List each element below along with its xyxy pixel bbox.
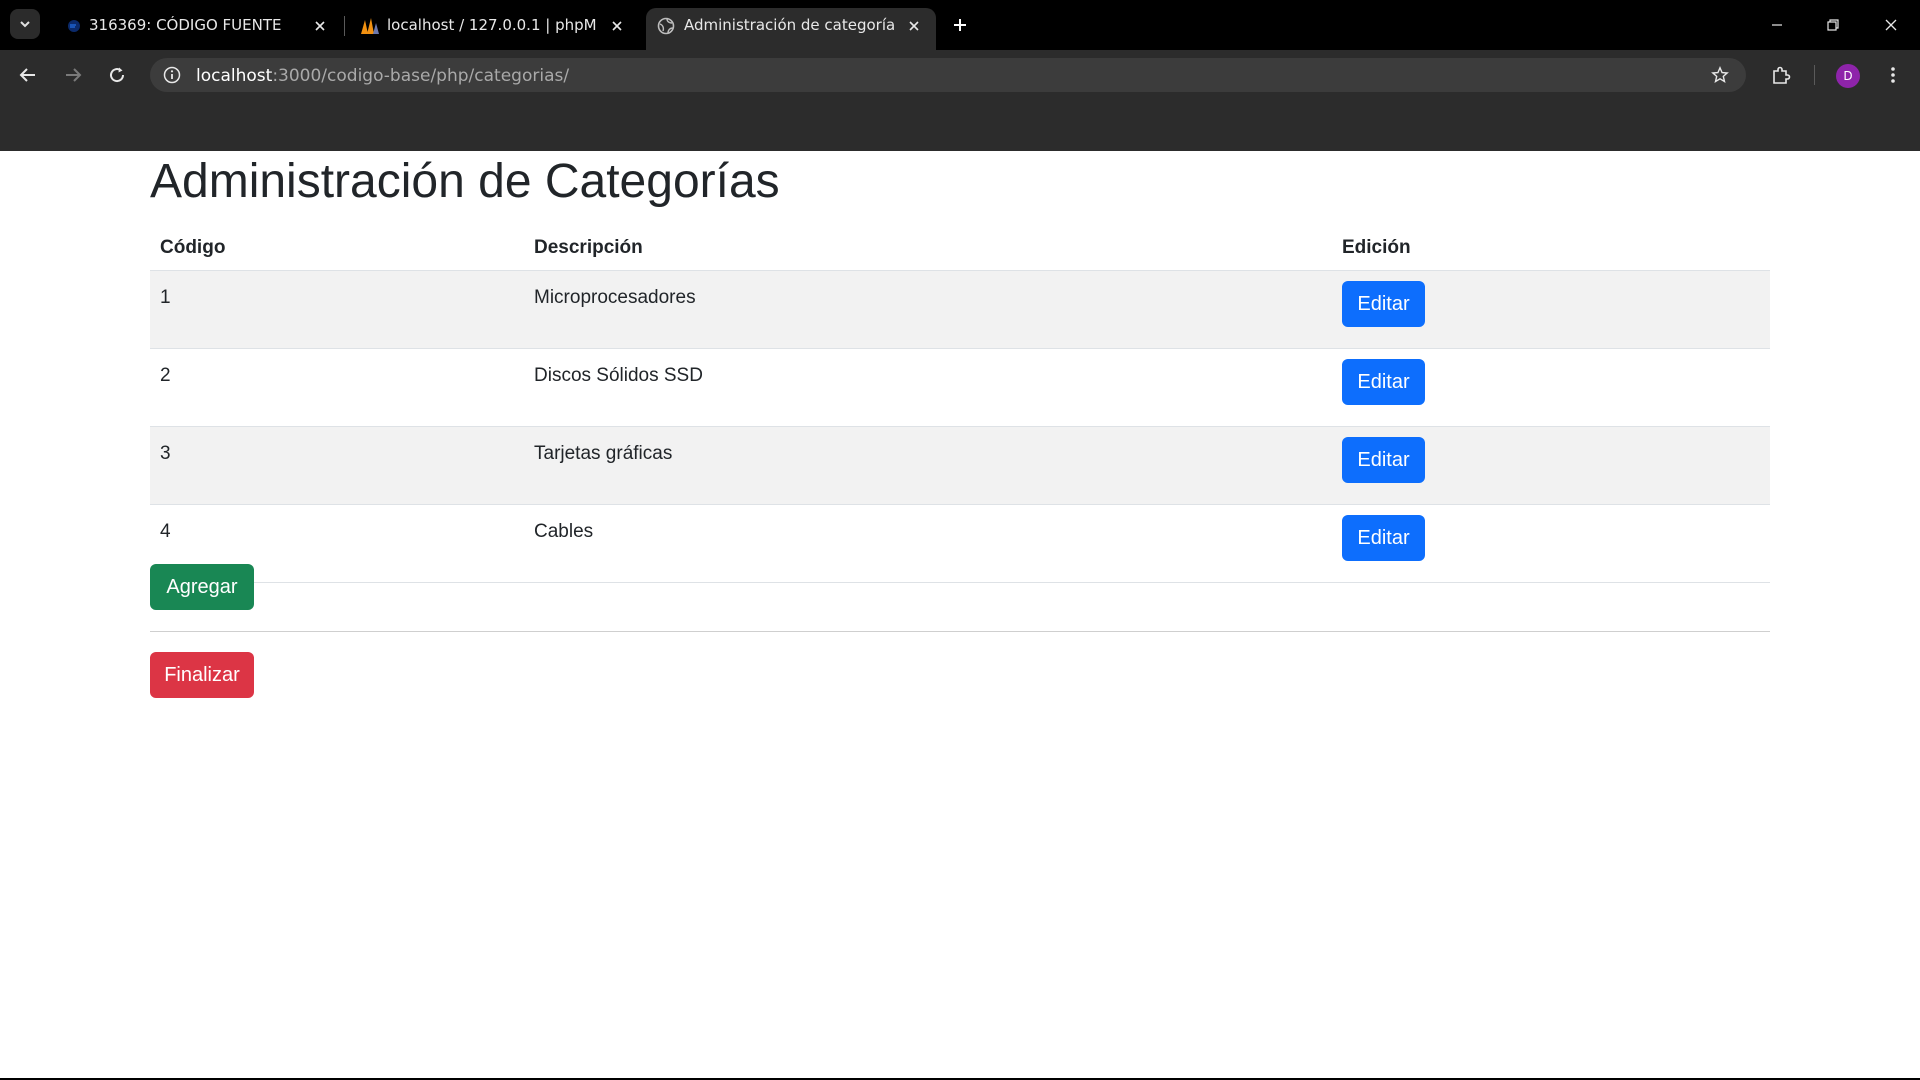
restore-button[interactable] — [1818, 10, 1848, 40]
table-header-row: Código Descripción Edición — [150, 226, 1770, 271]
divider — [150, 631, 1770, 632]
cell-description: Tarjetas gráficas — [524, 426, 1332, 505]
phpmyadmin-icon — [360, 16, 380, 36]
url-host: localhost — [196, 66, 273, 86]
add-button[interactable]: Agregar — [150, 564, 254, 610]
arrow-left-icon — [19, 68, 35, 82]
back-button[interactable] — [15, 62, 41, 88]
cell-edit: Editar — [1332, 426, 1770, 505]
code-text: 1 — [160, 287, 171, 308]
page-content: Administración de Categorías Código Desc… — [0, 151, 1920, 1078]
cell-edit: Editar — [1332, 270, 1770, 349]
tab-codigo-fuente[interactable]: 316369: CÓDIGO FUENTE — [54, 8, 334, 50]
address-bar[interactable]: localhost:3000/codigo-base/php/categoria… — [150, 58, 1746, 92]
tab-search-button[interactable] — [10, 9, 40, 39]
cell-description: Cables — [524, 504, 1332, 583]
column-header-code: Código — [150, 226, 524, 271]
close-window-button[interactable] — [1876, 10, 1906, 40]
code-text: 2 — [160, 365, 171, 386]
edit-button[interactable]: Editar — [1342, 437, 1425, 483]
edit-button[interactable]: Editar — [1342, 359, 1425, 405]
close-icon[interactable] — [607, 16, 627, 36]
description-text: Microprocesadores — [534, 287, 696, 308]
more-vertical-icon — [1891, 67, 1895, 83]
url-path: :3000/codigo-base/php/categorias/ — [272, 66, 570, 86]
tab-title: 316369: CÓDIGO FUENTE — [89, 16, 282, 34]
column-header-edit: Edición — [1332, 226, 1770, 271]
bookmarks-bar — [0, 100, 1920, 151]
tab-administracion-categorias[interactable]: Administración de categorías — [646, 8, 936, 50]
cell-code: 2 — [150, 348, 524, 427]
cell-description: Discos Sólidos SSD — [524, 348, 1332, 427]
arrow-right-icon — [66, 68, 82, 82]
plus-icon — [954, 19, 966, 31]
close-icon[interactable] — [310, 16, 330, 36]
chevron-down-icon — [20, 21, 30, 28]
minimize-button[interactable] — [1762, 10, 1792, 40]
description-text: Cables — [534, 521, 594, 542]
cell-edit: Editar — [1332, 504, 1770, 583]
restore-icon — [1827, 19, 1839, 31]
cell-code: 1 — [150, 270, 524, 349]
finish-button[interactable]: Finalizar — [150, 652, 254, 698]
tab-title: localhost / 127.0.0.1 | phpMyAd — [387, 16, 597, 34]
table-row: 2 Discos Sólidos SSD Editar — [150, 348, 1770, 427]
minimize-icon — [1772, 24, 1782, 26]
tab-strip: 316369: CÓDIGO FUENTE localhost / 127.0.… — [0, 0, 1920, 50]
code-text: 4 — [160, 521, 171, 542]
close-icon — [1885, 19, 1897, 31]
cell-edit: Editar — [1332, 348, 1770, 427]
code-text: 3 — [160, 443, 171, 464]
url-text[interactable]: localhost:3000/codigo-base/php/categoria… — [196, 66, 569, 86]
blue-globe-icon — [64, 16, 84, 36]
toolbar-separator — [1814, 65, 1815, 85]
edit-button[interactable]: Editar — [1342, 281, 1425, 327]
table-row: 3 Tarjetas gráficas Editar — [150, 426, 1770, 505]
close-icon[interactable] — [904, 16, 924, 36]
table-row: 1 Microprocesadores Editar — [150, 270, 1770, 349]
description-text: Discos Sólidos SSD — [534, 365, 703, 386]
cell-description: Microprocesadores — [524, 270, 1332, 349]
forward-button[interactable] — [60, 62, 86, 88]
categories-table: Código Descripción Edición 1 Microproces… — [150, 226, 1770, 583]
tab-phpmyadmin[interactable]: localhost / 127.0.0.1 | phpMyAd — [350, 8, 640, 50]
description-text: Tarjetas gráficas — [534, 443, 673, 464]
site-info-icon[interactable] — [162, 65, 182, 85]
profile-avatar[interactable]: D — [1836, 64, 1860, 88]
new-tab-button[interactable] — [948, 13, 972, 37]
tab-title: Administración de categorías — [684, 16, 894, 34]
page-title: Administración de Categorías — [150, 155, 780, 208]
reload-button[interactable] — [104, 62, 130, 88]
browser-menu-button[interactable] — [1880, 62, 1906, 88]
globe-icon — [656, 16, 676, 36]
browser-toolbar: localhost:3000/codigo-base/php/categoria… — [0, 50, 1920, 100]
cell-code: 3 — [150, 426, 524, 505]
tab-separator — [344, 16, 345, 36]
puzzle-icon — [1773, 66, 1791, 84]
reload-icon — [110, 67, 125, 83]
edit-button[interactable]: Editar — [1342, 515, 1425, 561]
table-row: 4 Cables Editar — [150, 504, 1770, 583]
bookmark-star-icon[interactable] — [1710, 65, 1730, 85]
extensions-button[interactable] — [1768, 62, 1794, 88]
column-header-description: Descripción — [524, 226, 1332, 271]
